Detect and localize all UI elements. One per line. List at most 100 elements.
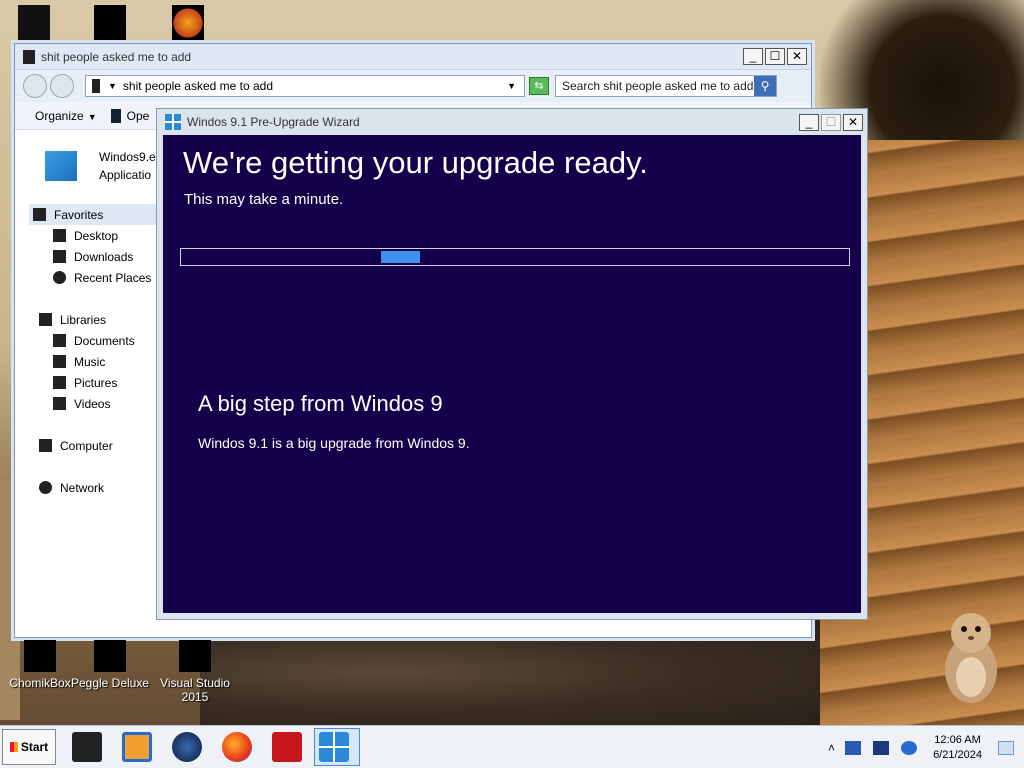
open-icon: [110, 108, 121, 123]
nav-libraries[interactable]: Libraries: [39, 309, 159, 330]
firefox-icon: [222, 732, 252, 762]
system-tray: ˄ 12:06 AM 6/21/2024: [828, 726, 1024, 768]
address-row: ▼ shit people asked me to add ▼ ⇆ Search…: [15, 70, 811, 102]
minimize-button[interactable]: _: [743, 48, 763, 65]
wizard-content: We're getting your upgrade ready. This m…: [163, 135, 861, 613]
nav-label: Pictures: [74, 375, 118, 390]
nav-music[interactable]: Music: [39, 351, 159, 372]
computer-icon: [39, 439, 52, 452]
desktop-icon-label: ChomikBox: [9, 676, 71, 690]
installer-icon: [45, 151, 77, 181]
nav-pictures[interactable]: Pictures: [39, 372, 159, 393]
back-button[interactable]: [23, 74, 47, 98]
show-desktop-button[interactable]: [998, 740, 1014, 755]
acrobat-icon: [272, 732, 302, 762]
wizard-heading: We're getting your upgrade ready.: [183, 145, 648, 180]
taskbar: Start ˄ 12:06 AM 6/21/2024: [0, 725, 1024, 768]
clock-date: 6/21/2024: [933, 748, 982, 761]
desktop-top-icon-3[interactable]: [172, 5, 204, 41]
desktop-icon-peggle[interactable]: Peggle Deluxe: [70, 640, 150, 690]
nav-label: Downloads: [74, 249, 134, 264]
libraries-icon: [39, 313, 52, 326]
progress-indicator: [381, 251, 420, 263]
nav-label: Computer: [60, 438, 113, 453]
volume-icon[interactable]: [901, 740, 918, 755]
hamster-image: [945, 613, 997, 703]
desktop-icon-label: Peggle Deluxe: [70, 676, 150, 690]
network-tray-icon[interactable]: [873, 740, 890, 755]
refresh-button[interactable]: ⇆: [529, 77, 549, 95]
taskbar-acrobat[interactable]: [264, 728, 310, 766]
nav-recent-places[interactable]: Recent Places: [39, 267, 159, 288]
close-button[interactable]: ✕: [843, 113, 863, 131]
maximize-button: ☐: [821, 113, 841, 131]
nav-documents[interactable]: Documents: [39, 330, 159, 351]
clock[interactable]: 12:06 AM 6/21/2024: [933, 733, 982, 763]
start-label: Start: [20, 740, 49, 754]
taskbar-upgrade-wizard[interactable]: [314, 728, 360, 766]
explorer-titlebar[interactable]: shit people asked me to add _ ☐ ✕: [15, 44, 811, 70]
tray-chevron-icon[interactable]: ˄: [828, 741, 835, 755]
progress-bar: [180, 248, 850, 266]
media-player-icon: [122, 732, 152, 762]
search-icon[interactable]: ⚲: [754, 76, 776, 96]
section-text: Windos 9.1 is a big upgrade from Windos …: [198, 435, 470, 451]
close-button[interactable]: ✕: [787, 48, 807, 65]
chevron-down-icon[interactable]: ▼: [507, 81, 516, 91]
search-placeholder: Search shit people asked me to add: [562, 79, 754, 93]
network-icon: [39, 481, 52, 494]
taskbar-browser[interactable]: [164, 728, 210, 766]
address-bar[interactable]: ▼ shit people asked me to add ▼: [85, 75, 525, 97]
navigation-pane: Favorites Desktop Downloads Recent Place…: [29, 204, 159, 498]
windows-logo-icon: [319, 732, 349, 762]
nav-label: Recent Places: [74, 270, 152, 285]
nav-label: Network: [60, 480, 105, 495]
visual-studio-icon: [179, 640, 211, 672]
nav-downloads[interactable]: Downloads: [39, 246, 159, 267]
organize-label: Organize: [35, 108, 84, 123]
star-icon: [33, 208, 46, 221]
explorer-title: shit people asked me to add: [41, 49, 192, 64]
desktop-icon-visual-studio[interactable]: Visual Studio 2015: [154, 640, 236, 704]
taskbar-terminal[interactable]: [64, 728, 110, 766]
wizard-subheading: This may take a minute.: [184, 191, 344, 208]
search-input[interactable]: Search shit people asked me to add ⚲: [555, 75, 777, 97]
chomikbox-icon: [24, 640, 56, 672]
desktop-top-icon-1[interactable]: [18, 5, 50, 41]
desktop-icon-chomikbox[interactable]: ChomikBox: [0, 640, 80, 690]
file-item[interactable]: Windos9.e Applicatio: [45, 148, 156, 184]
open-button[interactable]: Ope: [110, 108, 150, 123]
videos-icon: [53, 397, 66, 410]
nav-label: Documents: [74, 333, 135, 348]
upgrade-wizard-window[interactable]: Windos 9.1 Pre-Upgrade Wizard _ ☐ ✕ We'r…: [156, 108, 868, 620]
start-flag-icon: [9, 742, 18, 752]
nav-videos[interactable]: Videos: [39, 393, 159, 414]
nav-network[interactable]: Network: [39, 477, 159, 498]
nav-label: Desktop: [74, 228, 119, 243]
minimize-button[interactable]: _: [799, 113, 819, 131]
nav-desktop[interactable]: Desktop: [39, 225, 159, 246]
tray-app-icon[interactable]: [845, 740, 862, 755]
forward-button[interactable]: [50, 74, 74, 98]
desktop-top-icon-2[interactable]: [94, 5, 126, 41]
desktop-icon: [53, 229, 66, 242]
nav-computer[interactable]: Computer: [39, 435, 159, 456]
maximize-button[interactable]: ☐: [765, 48, 785, 65]
wizard-titlebar[interactable]: Windos 9.1 Pre-Upgrade Wizard _ ☐ ✕: [157, 109, 867, 135]
terminal-icon: [72, 732, 102, 762]
taskbar-media-player[interactable]: [114, 728, 160, 766]
start-button[interactable]: Start: [2, 729, 56, 765]
explorer-window-controls: _ ☐ ✕: [743, 48, 807, 65]
organize-button[interactable]: Organize ▼: [35, 109, 97, 123]
file-type: Applicatio: [99, 168, 152, 182]
nav-favorites[interactable]: Favorites: [29, 204, 159, 225]
nav-label: Videos: [74, 396, 111, 411]
breadcrumb-arrow-icon[interactable]: ▼: [108, 81, 117, 91]
taskbar-firefox[interactable]: [214, 728, 260, 766]
folder-icon: [23, 49, 35, 64]
peggle-icon: [94, 640, 126, 672]
downloads-icon: [53, 250, 66, 263]
music-icon: [53, 355, 66, 368]
open-label: Ope: [126, 108, 150, 123]
recent-places-icon: [53, 271, 66, 284]
